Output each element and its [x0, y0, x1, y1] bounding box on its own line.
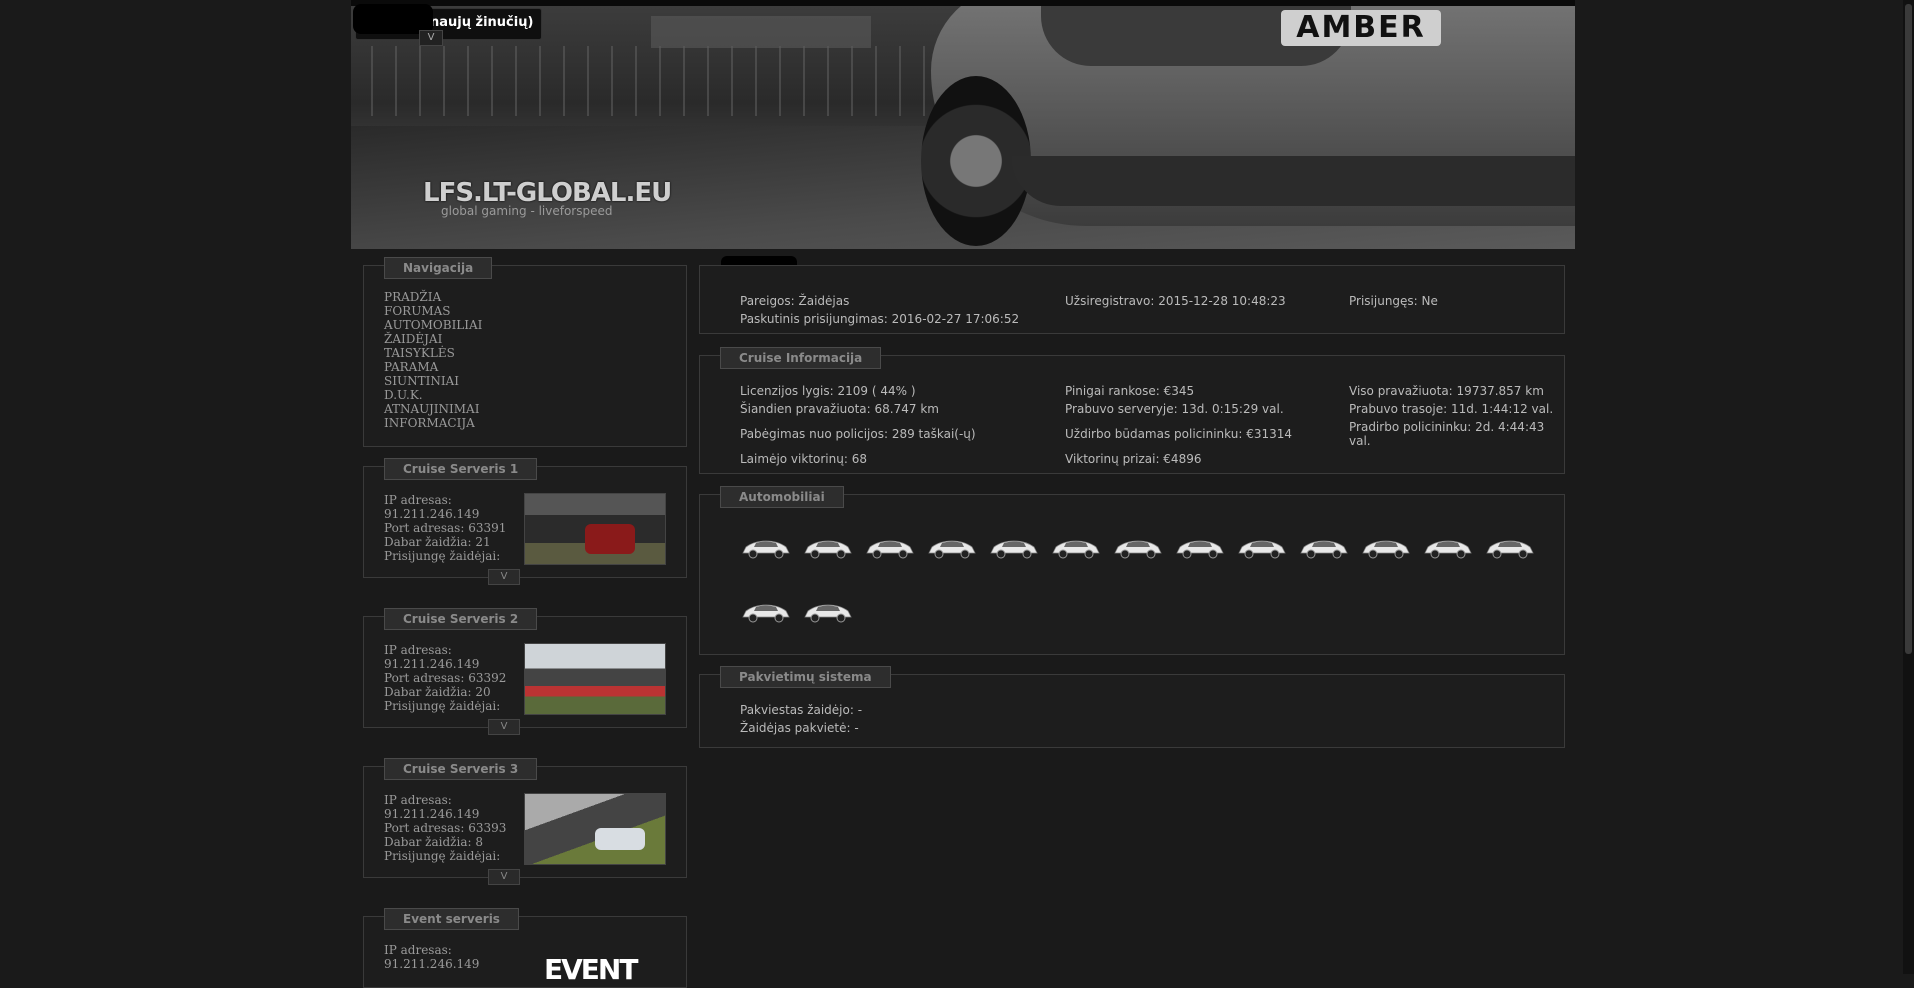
page-scrollbar-thumb[interactable]: [1905, 4, 1912, 654]
cruise-track-time: Prabuvo trasoje: 11d. 1:44:12 val.: [1349, 402, 1554, 416]
cruise-info-panel: Cruise Informacija Licenzijos lygis: 210…: [699, 347, 1565, 474]
nav-item-zaidejai[interactable]: ŽAIDĖJAI: [384, 332, 442, 346]
profile-registered: Užsiregistravo: 2015-12-28 10:48:23: [1065, 294, 1286, 308]
banner-fence: [371, 46, 971, 116]
car-icon[interactable]: [988, 537, 1040, 559]
cruise-total-km: Viso pravažiuota: 19737.857 km: [1349, 384, 1544, 398]
server-3-title: Cruise Serveris 3: [384, 758, 538, 780]
car-icon[interactable]: [864, 537, 916, 559]
car-icon[interactable]: [802, 601, 854, 623]
nav-item-siuntiniai[interactable]: SIUNTINIAI: [384, 374, 459, 388]
cruise-money: Pinigai rankose: €345: [1065, 384, 1195, 398]
messages-text: naujų žinučių): [430, 15, 534, 30]
cars-title: Automobiliai: [720, 486, 844, 508]
nav-item-pradzia[interactable]: PRADŽIA: [384, 290, 441, 304]
banner-car-bumper: [1011, 156, 1575, 206]
site-tagline: global gaming - liveforspeed: [441, 204, 613, 218]
invite-title: Pakvietimų sistema: [720, 666, 891, 688]
server-2-port: Port adresas: 63392: [384, 671, 507, 685]
profile-online: Prisijungęs: Ne: [1349, 294, 1438, 308]
cruise-police-time: Pradirbo policininku: 2d. 4:44:43 val.: [1349, 420, 1545, 448]
server-3-players: Dabar žaidžia: 8: [384, 835, 483, 849]
profile-panel: Pareigos: Žaidėjas Paskutinis prisijungi…: [699, 265, 1565, 334]
car-icon[interactable]: [740, 601, 792, 623]
car-icon[interactable]: [1174, 537, 1226, 559]
server-3-joined: Prisijungę žaidėjai:: [384, 849, 501, 863]
server-panel-1: Cruise Serveris 1 IP adresas: 91.211.246…: [363, 458, 687, 585]
invite-invited: Žaidėjas pakvietė: -: [740, 721, 859, 735]
nav-item-duk[interactable]: D.U.K.: [384, 388, 423, 402]
license-plate: AMBER: [1281, 10, 1441, 46]
cruise-escapes: Pabėgimas nuo policijos: 289 taškai(-ų): [740, 427, 976, 441]
server-3-port: Port adresas: 63393: [384, 821, 507, 835]
car-icon[interactable]: [802, 537, 854, 559]
server-3-expand-button[interactable]: V: [488, 869, 520, 885]
cruise-server-time: Prabuvo serveryje: 13d. 0:15:29 val.: [1065, 402, 1284, 416]
cars-panel: Automobiliai: [699, 486, 1565, 655]
server-1-red-car: [585, 524, 635, 554]
car-icon[interactable]: [1422, 537, 1474, 559]
profile-duties: Pareigos: Žaidėjas: [740, 294, 850, 308]
server-1-port: Port adresas: 63391: [384, 521, 507, 535]
invite-invited-by: Pakviestas žaidėjo: -: [740, 703, 863, 717]
cruise-license: Licenzijos lygis: 2109 ( 44% ): [740, 384, 916, 398]
server-2-ip-label: IP adresas:: [384, 643, 452, 657]
banner-billboard: [651, 16, 871, 48]
nav-item-atnaujinimai[interactable]: ATNAUJINIMAI: [384, 402, 479, 416]
nav-item-informacija[interactable]: INFORMACIJA: [384, 416, 475, 430]
event-server-image-text: EVENT: [544, 953, 638, 986]
navigation-panel: Navigacija PRADŽIA FORUMAS AUTOMOBILIAI …: [363, 257, 687, 447]
server-panel-2: Cruise Serveris 2 IP adresas: 91.211.246…: [363, 608, 687, 735]
cruise-quiz-wins: Laimėjo viktorinų: 68: [740, 452, 867, 466]
server-panel-3: Cruise Serveris 3 IP adresas: 91.211.246…: [363, 758, 687, 885]
profile-last-login: Paskutinis prisijungimas: 2016-02-27 17:…: [740, 312, 1020, 326]
car-icon[interactable]: [1484, 537, 1536, 559]
page-wrapper: AMBER LFS.LT-GLOBAL.EU global gaming - l…: [351, 0, 1575, 988]
event-server-title: Event serveris: [384, 908, 519, 930]
cruise-police-earn: Uždirbo būdamas policininku: €31314: [1065, 427, 1292, 441]
server-2-preview-image: [524, 643, 666, 715]
server-1-title: Cruise Serveris 1: [384, 458, 538, 480]
cruise-today: Šiandien pravažiuota: 68.747 km: [740, 402, 939, 416]
server-1-preview-image: [524, 493, 666, 565]
server-1-players: Dabar žaidžia: 21: [384, 535, 491, 549]
messages-toggle-button[interactable]: V: [419, 30, 443, 46]
cruise-quiz-prizes: Viktorinų prizai: €4896: [1065, 452, 1202, 466]
car-icon[interactable]: [1360, 537, 1412, 559]
cruise-info-title: Cruise Informacija: [720, 347, 882, 369]
car-icon[interactable]: [1298, 537, 1350, 559]
server-1-ip-label: IP adresas:: [384, 493, 452, 507]
server-3-ip: 91.211.246.149: [384, 807, 480, 821]
car-icon[interactable]: [740, 537, 792, 559]
server-2-expand-button[interactable]: V: [488, 719, 520, 735]
header-banner: AMBER LFS.LT-GLOBAL.EU global gaming - l…: [351, 6, 1575, 249]
server-1-expand-button[interactable]: V: [488, 569, 520, 585]
server-2-ip: 91.211.246.149: [384, 657, 480, 671]
server-3-ip-label: IP adresas:: [384, 793, 452, 807]
nav-item-forumas[interactable]: FORUMAS: [384, 304, 451, 318]
nav-item-parama[interactable]: PARAMA: [384, 360, 438, 374]
car-icon[interactable]: [926, 537, 978, 559]
car-icon[interactable]: [1236, 537, 1288, 559]
nav-item-taisykles[interactable]: TAISYKLĖS: [384, 346, 455, 360]
car-icon[interactable]: [1050, 537, 1102, 559]
server-1-joined: Prisijungę žaidėjai:: [384, 549, 501, 563]
event-server-panel: Event serveris IP adresas: 91.211.246.14…: [363, 908, 687, 988]
invite-panel: Pakvietimų sistema Pakviestas žaidėjo: -…: [699, 666, 1565, 748]
navigation-title: Navigacija: [384, 257, 493, 279]
server-2-joined: Prisijungę žaidėjai:: [384, 699, 501, 713]
event-server-ip: 91.211.246.149: [384, 957, 480, 971]
car-icon[interactable]: [1112, 537, 1164, 559]
server-2-players: Dabar žaidžia: 20: [384, 685, 491, 699]
nav-item-automobiliai[interactable]: AUTOMOBILIAI: [384, 318, 482, 332]
server-1-ip: 91.211.246.149: [384, 507, 480, 521]
server-3-white-car: [595, 828, 645, 850]
server-3-preview-image: [524, 793, 666, 865]
event-server-ip-label: IP adresas:: [384, 943, 452, 957]
server-2-title: Cruise Serveris 2: [384, 608, 538, 630]
